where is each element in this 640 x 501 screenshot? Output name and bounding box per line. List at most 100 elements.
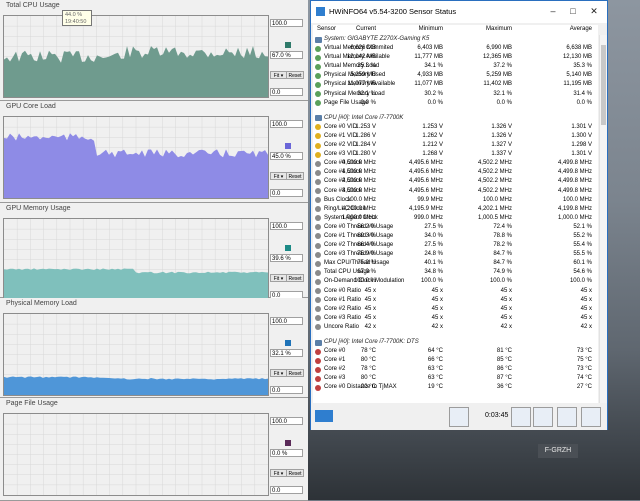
sensor-row[interactable]: Core #0 Distance to TjMAX 22 °C 19 °C 36 °C… <box>313 383 598 392</box>
graph-color-swatch[interactable] <box>285 245 291 251</box>
fit-button[interactable]: Fit ▾ <box>270 71 287 79</box>
sensor-icon <box>315 384 321 391</box>
fit-button[interactable]: Fit ▾ <box>270 369 287 377</box>
col-sensor[interactable]: Sensor <box>317 26 336 32</box>
fit-button[interactable]: Fit ▾ <box>270 274 287 282</box>
sensor-group-header[interactable]: CPU [#0]: Intel Core i7-7700K: DTS <box>313 338 598 347</box>
sensor-row[interactable]: Core #2 Clock 4,500.0 MHz 4,495.6 MHz 4,502… <box>313 177 598 186</box>
reset-button[interactable]: Reset <box>286 71 304 79</box>
graph-color-swatch[interactable] <box>285 440 291 446</box>
scrollbar-thumb[interactable] <box>601 45 606 125</box>
graph-min-field[interactable]: 0.0 <box>270 486 303 494</box>
reset-button[interactable]: Reset <box>286 469 304 477</box>
sensor-row[interactable]: Core #3 Clock 4,500.0 MHz 4,495.6 MHz 4,502… <box>313 187 598 196</box>
graph-panel-4: Page File Usage 100.0 0.0 % Fit ▾ Reset 0.0 <box>0 398 308 501</box>
reset-button[interactable]: Reset <box>286 172 304 180</box>
sensor-row[interactable]: Virtual Memory Commited 6,626 MB 6,403 MB 6… <box>313 44 598 53</box>
sensor-row[interactable]: Core #3 VID 1.280 V 1.268 V 1.337 V 1.301 V <box>313 150 598 159</box>
sensor-current: 75.9 % <box>357 260 376 267</box>
graph-plot <box>3 413 269 496</box>
graph-max-field[interactable]: 100.0 <box>270 222 303 230</box>
sensor-row[interactable]: System Agent Clock 1,000.0 MHz 999.0 MHz 1,… <box>313 214 598 223</box>
sensor-row[interactable]: Core #0 Clock 4,500.0 MHz 4,495.6 MHz 4,502… <box>313 159 598 168</box>
col-minimum[interactable]: Minimum <box>419 26 443 32</box>
sensor-row[interactable]: Physical Memory Available 11,077 MB 11,077… <box>313 80 598 89</box>
sensor-current: 56.2 % <box>357 223 376 230</box>
sensor-row[interactable]: Physical Memory Used 5,259 MB 4,933 MB 5,25… <box>313 71 598 80</box>
sensor-minimum: 27.5 % <box>424 223 443 230</box>
sensor-row[interactable]: Virtual Memory Available 12,142 MB 11,777 … <box>313 53 598 62</box>
col-average[interactable]: Average <box>570 26 592 32</box>
graph-max-field[interactable]: 100.0 <box>270 417 303 425</box>
sensor-row[interactable]: Bus Clock 100.0 MHz 99.9 MHz 100.0 MHz 100.0… <box>313 196 598 205</box>
fit-button[interactable]: Fit ▾ <box>270 172 287 180</box>
close-sensors-icon[interactable] <box>581 407 601 427</box>
sensor-row[interactable]: Core #1 Ratio 45 x 45 x 45 x 45 x <box>313 296 598 305</box>
sensor-row[interactable]: Core #3 Thread #0 Usage 75.9 % 24.8 % 84.7 … <box>313 250 598 259</box>
sensor-row[interactable]: Core #0 Thread #0 Usage 56.2 % 27.5 % 72.4 … <box>313 223 598 232</box>
sensor-row[interactable]: Core #1 Thread #0 Usage 69.3 % 34.0 % 78.8 … <box>313 232 598 241</box>
graph-color-swatch[interactable] <box>285 340 291 346</box>
graph-max-field[interactable]: 100.0 <box>270 120 303 128</box>
graph-max-field[interactable]: 100.0 <box>270 317 303 325</box>
sensor-group-header[interactable]: CPU [#0]: Intel Core i7-7700K <box>313 114 598 123</box>
sensor-row[interactable]: Core #0 Ratio 45 x 45 x 45 x 45 x <box>313 287 598 296</box>
maximize-button[interactable]: □ <box>565 4 581 18</box>
graph-min-field[interactable]: 0.0 <box>270 88 303 96</box>
sensor-current: 4,500.0 MHz <box>341 187 376 194</box>
reset-button[interactable]: Reset <box>286 369 304 377</box>
report-icon[interactable] <box>533 407 553 427</box>
sensor-row[interactable]: Core #3 Ratio 45 x 45 x 45 x 45 x <box>313 314 598 323</box>
sensor-row[interactable]: Core #1 80 °C 66 °C 85 °C 75 °C <box>313 356 598 365</box>
scrollbar[interactable] <box>599 35 607 403</box>
sensor-average: 54.6 % <box>573 269 592 276</box>
graph-max-field[interactable]: 100.0 <box>270 19 303 27</box>
sensor-icon <box>315 91 321 98</box>
clock-icon[interactable] <box>511 407 531 427</box>
col-current[interactable]: Current <box>356 26 376 32</box>
sensor-maximum: 78.2 % <box>493 242 512 249</box>
sensor-list[interactable]: System: GIGABYTE Z270X-Gaming K5 Virtual … <box>313 35 598 403</box>
sensor-row[interactable]: Core #3 80 °C 63 °C 87 °C 74 °C <box>313 374 598 383</box>
col-maximum[interactable]: Maximum <box>486 26 512 32</box>
navigate-arrows-icon[interactable] <box>315 410 333 422</box>
graph-min-field[interactable]: 0.0 <box>270 189 303 197</box>
graph-color-swatch[interactable] <box>285 143 291 149</box>
sensor-row[interactable]: Total CPU Usage 67.0 % 34.8 % 74.9 % 54.6 % <box>313 268 598 277</box>
minimize-button[interactable]: – <box>545 4 561 18</box>
fit-button[interactable]: Fit ▾ <box>270 469 287 477</box>
sensor-maximum: 45 x <box>500 305 512 312</box>
sensor-row[interactable]: Core #0 VID 1.253 V 1.253 V 1.326 V 1.301 V <box>313 123 598 132</box>
sensor-row[interactable]: Core #2 Thread #0 Usage 66.4 % 27.5 % 78.2 … <box>313 241 598 250</box>
close-button[interactable]: ✕ <box>586 4 602 18</box>
reset-button[interactable]: Reset <box>286 274 304 282</box>
sensor-current: 80 °C <box>360 375 376 382</box>
sensor-current: 32.1 % <box>357 90 376 97</box>
sensor-row[interactable]: Uncore Ratio 42 x 42 x 42 x 42 x <box>313 323 598 332</box>
sensor-row[interactable]: Page File Usage 0.0 % 0.0 % 0.0 % 0.0 % <box>313 99 598 108</box>
sensor-row[interactable]: Ring/LLC Clock 4,200.0 MHz 4,195.9 MHz 4,20… <box>313 205 598 214</box>
sensor-minimum: 45 x <box>431 314 443 321</box>
graph-color-swatch[interactable] <box>285 42 291 48</box>
sensor-row[interactable]: Core #1 Clock 4,500.0 MHz 4,495.6 MHz 4,502… <box>313 168 598 177</box>
sensor-minimum: 45 x <box>431 287 443 294</box>
sensor-row[interactable]: Core #2 Ratio 45 x 45 x 45 x 45 x <box>313 305 598 314</box>
sensor-row[interactable]: Core #0 78 °C 64 °C 81 °C 73 °C <box>313 347 598 356</box>
settings-icon[interactable] <box>557 407 577 427</box>
sensor-row[interactable]: On-Demand Clock Modulation 100.0 % 100.0 %… <box>313 277 598 286</box>
sensor-row[interactable]: Core #1 VID 1.286 V 1.262 V 1.326 V 1.300 V <box>313 132 598 141</box>
app-icon <box>316 7 325 16</box>
sensor-minimum: 30.2 % <box>424 90 443 97</box>
sensor-row[interactable]: Core #2 VID 1.284 V 1.212 V 1.327 V 1.298 V <box>313 141 598 150</box>
sensor-maximum: 4,502.2 MHz <box>477 169 512 176</box>
sensor-row[interactable]: Virtual Memory Load 35.3 % 34.1 % 37.2 % 35.… <box>313 62 598 71</box>
network-icon[interactable] <box>449 407 469 427</box>
sensor-row[interactable]: Physical Memory Load 32.1 % 30.2 % 32.1 % 31… <box>313 90 598 99</box>
sensor-row[interactable]: Core #2 78 °C 63 °C 86 °C 73 °C <box>313 365 598 374</box>
title-bar[interactable]: HWiNFO64 v5.54-3200 Sensor Status – □ ✕ <box>311 1 607 23</box>
sensor-group-header[interactable]: System: GIGABYTE Z270X-Gaming K5 <box>313 35 598 44</box>
sensor-row[interactable]: Max CPU/Thread Usage 75.9 % 40.1 % 84.7 % 60… <box>313 259 598 268</box>
sensor-average: 4,499.8 MHz <box>557 169 592 176</box>
graph-min-field[interactable]: 0.0 <box>270 386 303 394</box>
sensor-average: 55.5 % <box>573 251 592 258</box>
